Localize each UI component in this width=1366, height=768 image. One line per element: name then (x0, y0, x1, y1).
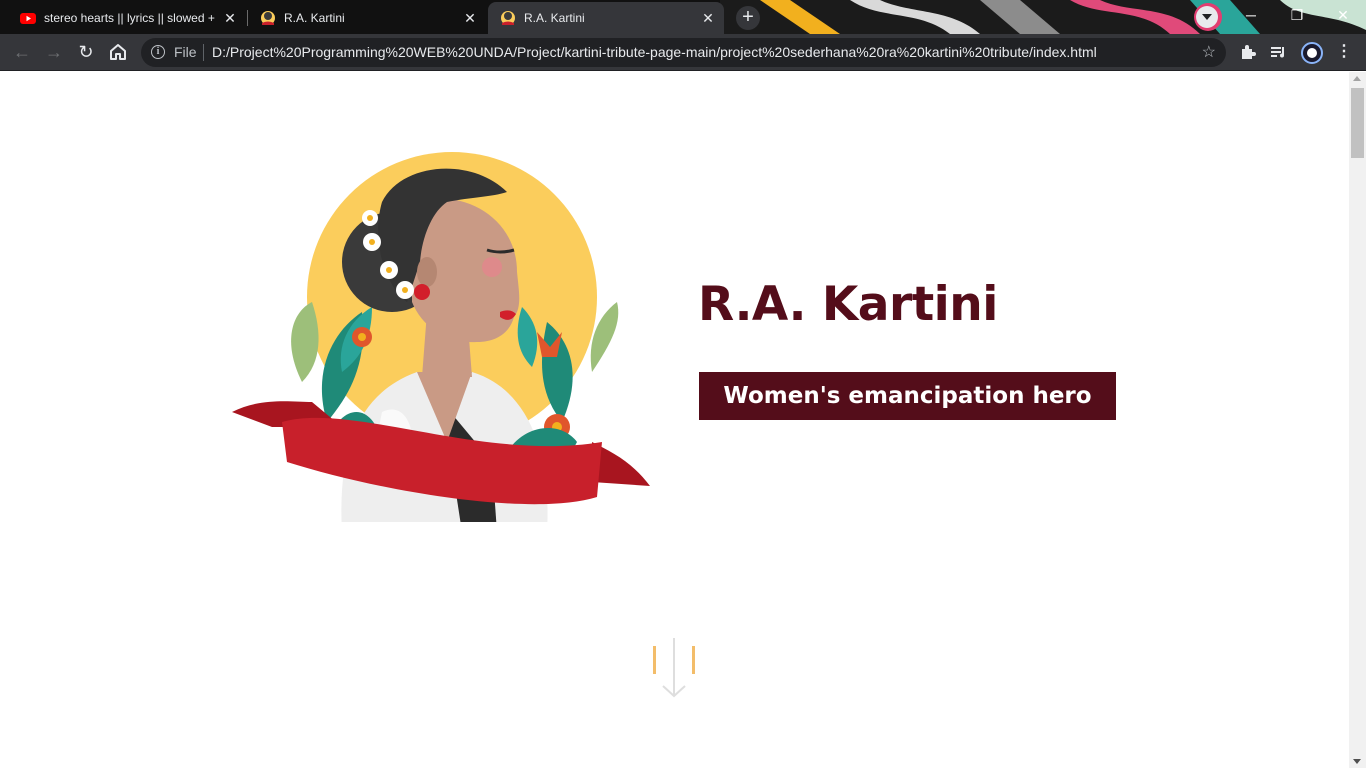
url-text[interactable]: D:/Project%20Programming%20WEB%20UNDA/Pr… (212, 44, 1097, 60)
window-controls: ─ ❐ ✕ (1228, 0, 1366, 30)
scroll-down-arrow-icon[interactable] (650, 638, 700, 700)
kartini-favicon (261, 11, 275, 25)
kartini-favicon (501, 11, 515, 25)
forward-icon[interactable]: → (42, 40, 66, 64)
close-window-button[interactable]: ✕ (1320, 0, 1366, 30)
tab-search-icon[interactable] (1196, 6, 1218, 28)
minimize-button[interactable]: ─ (1228, 0, 1274, 30)
close-tab-icon[interactable]: ✕ (700, 10, 716, 26)
hero-tagline-badge: Women's emancipation hero (699, 372, 1116, 420)
scroll-up-icon[interactable] (1353, 76, 1361, 81)
kartini-portrait-illustration (232, 152, 650, 522)
close-tab-icon[interactable]: ✕ (222, 10, 238, 26)
address-bar[interactable]: i File D:/Project%20Programming%20WEB%20… (141, 38, 1226, 67)
extensions-icon[interactable] (1236, 40, 1260, 64)
tab-kartini-active[interactable]: R.A. Kartini ✕ (488, 2, 724, 34)
tab-title: R.A. Kartini (284, 11, 345, 25)
address-divider (203, 44, 204, 61)
tab-title: R.A. Kartini (524, 11, 585, 25)
scheme-label: File (174, 44, 197, 60)
hero-title: R.A. Kartini (698, 277, 998, 332)
media-queue-icon[interactable] (1267, 40, 1291, 64)
new-tab-button[interactable]: + (736, 6, 760, 30)
bookmark-star-icon[interactable]: ☆ (1202, 42, 1216, 62)
scrollbar-thumb[interactable] (1351, 88, 1364, 158)
youtube-icon (20, 13, 36, 24)
home-icon[interactable] (106, 40, 130, 64)
page-viewport: R.A. Kartini Women's emancipation hero (0, 72, 1349, 768)
back-icon[interactable]: ← (10, 40, 34, 64)
tab-youtube[interactable]: stereo hearts || lyrics || slowed + r ✕ (8, 2, 246, 34)
tab-strip: stereo hearts || lyrics || slowed + r ✕ … (0, 0, 1366, 34)
browser-toolbar: ← → ↻ i File D:/Project%20Programming%20… (0, 34, 1366, 71)
close-tab-icon[interactable]: ✕ (462, 10, 478, 26)
reload-icon[interactable]: ↻ (74, 40, 98, 64)
info-icon[interactable]: i (151, 45, 165, 59)
restore-button[interactable]: ❐ (1274, 0, 1320, 30)
profile-icon[interactable] (1301, 42, 1323, 64)
tab-title: stereo hearts || lyrics || slowed + r (44, 11, 219, 25)
scroll-down-icon[interactable] (1353, 759, 1361, 764)
page-scrollbar[interactable] (1349, 72, 1366, 768)
tab-kartini[interactable]: R.A. Kartini ✕ (248, 2, 486, 34)
menu-icon[interactable]: ⋮ (1332, 40, 1356, 64)
